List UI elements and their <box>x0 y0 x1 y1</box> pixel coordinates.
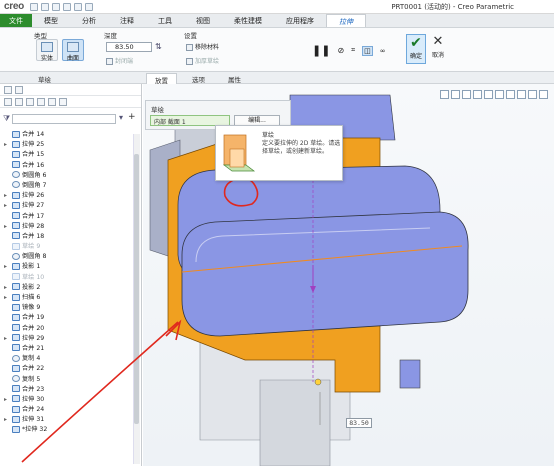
tooltip-description: 定义要拉伸的 2D 草绘。请选择草绘，或创建新草绘。 <box>262 140 341 155</box>
sketch-tooltip: 草绘 定义要拉伸的 2D 草绘。请选择草绘，或创建新草绘。 <box>215 125 343 181</box>
placement-title: 草绘 <box>151 106 164 114</box>
sketch-preview-icon <box>222 134 256 172</box>
tooltip-title: 草绘 <box>262 132 275 139</box>
model-scene <box>21 94 469 466</box>
depth-dimension[interactable]: 83.50 <box>346 418 372 428</box>
